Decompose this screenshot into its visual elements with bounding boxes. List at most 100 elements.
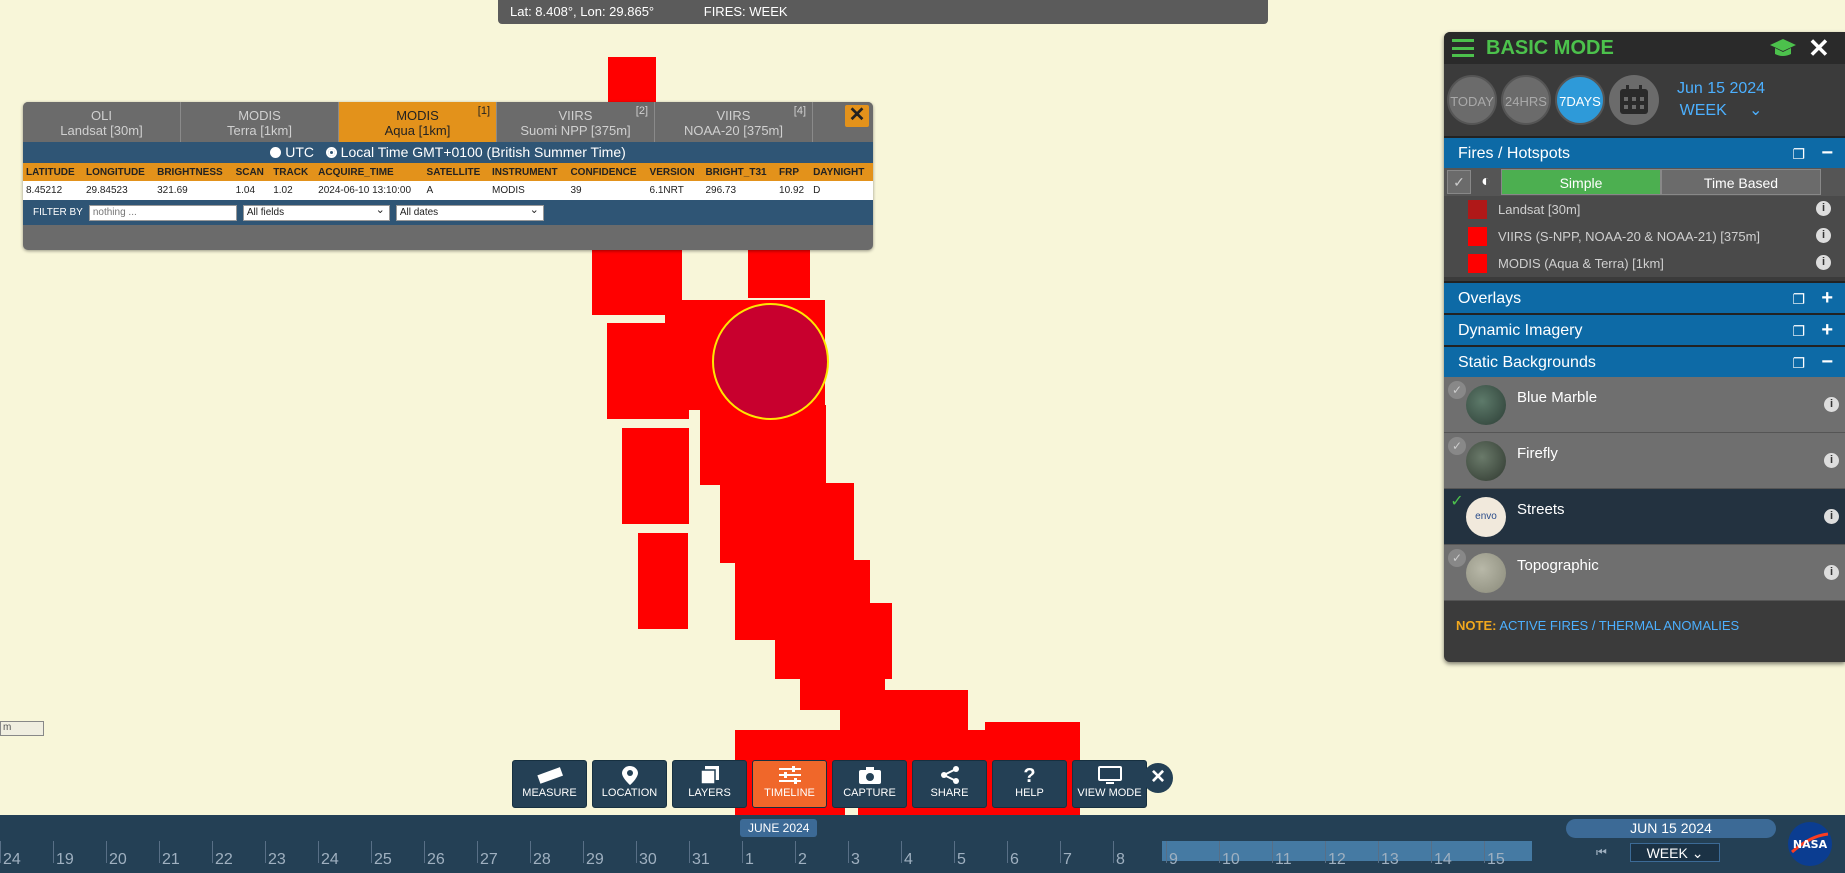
info-icon[interactable]: i: [1816, 228, 1831, 243]
column-header[interactable]: DAYNIGHT: [810, 163, 873, 181]
tab-modis-aqua[interactable]: [1] MODIS Aqua [1km]: [339, 102, 497, 142]
timeline-day[interactable]: 25: [374, 851, 392, 869]
copy-icon[interactable]: ❐: [1792, 315, 1805, 347]
collapse-icon[interactable]: −: [1821, 346, 1833, 378]
column-header[interactable]: BRIGHTNESS: [154, 163, 233, 181]
timeline-day[interactable]: 29: [586, 851, 604, 869]
chevron-down-icon[interactable]: ⌄: [1749, 102, 1762, 119]
view-mode-button[interactable]: VIEW MODE: [1072, 760, 1147, 808]
copy-icon[interactable]: ❐: [1792, 138, 1805, 170]
timeline-day[interactable]: 15: [1487, 851, 1505, 869]
tab-viirs-snpp[interactable]: [2] VIIRS Suomi NPP [375m]: [497, 102, 655, 142]
info-icon[interactable]: i: [1824, 565, 1839, 580]
skip-back-icon[interactable]: ⏮: [1596, 845, 1610, 859]
timeline-day[interactable]: 3: [851, 851, 860, 869]
close-icon[interactable]: ✕: [845, 105, 869, 127]
timeline-day[interactable]: 28: [533, 851, 551, 869]
fire-pixel[interactable]: [638, 533, 688, 629]
background-firefly[interactable]: ✓ Firefly i: [1444, 433, 1845, 489]
time-based-mode-button[interactable]: Time Based: [1661, 169, 1821, 195]
timeline-day[interactable]: 24: [3, 851, 21, 869]
filter-input[interactable]: [88, 204, 237, 221]
column-header[interactable]: TRACK: [270, 163, 316, 181]
column-header[interactable]: LONGITUDE: [82, 163, 155, 181]
table-row[interactable]: 8.45212 29.84523 321.69 1.04 1.02 2024-06-10 …: [23, 181, 873, 200]
layers-button[interactable]: LAYERS: [672, 760, 747, 808]
check-icon[interactable]: ✓: [1448, 437, 1466, 455]
fire-pixel[interactable]: [608, 57, 656, 102]
selected-fire-marker[interactable]: [712, 303, 829, 420]
tab-viirs-noaa20[interactable]: [4] VIIRS NOAA-20 [375m]: [655, 102, 813, 142]
column-header[interactable]: CONFIDENCE: [567, 163, 647, 181]
timeline-day[interactable]: 9: [1169, 851, 1178, 869]
period-select[interactable]: WEEK ⌄: [1630, 843, 1720, 862]
share-button[interactable]: SHARE: [912, 760, 987, 808]
column-header[interactable]: FRP: [776, 163, 811, 181]
timeline-day[interactable]: 26: [427, 851, 445, 869]
layer-modis[interactable]: MODIS (Aqua & Terra) [1km] i: [1444, 250, 1845, 277]
fire-pixel[interactable]: [622, 428, 689, 524]
tab-landsat[interactable]: OLI Landsat [30m]: [23, 102, 181, 142]
timeline-day[interactable]: 13: [1381, 851, 1399, 869]
dates-select[interactable]: All dates: [395, 203, 544, 221]
timeline-button[interactable]: TIMELINE: [752, 760, 827, 808]
info-icon[interactable]: i: [1816, 201, 1831, 216]
timeline-day[interactable]: 12: [1328, 851, 1346, 869]
background-topographic[interactable]: ✓ Topographic i: [1444, 545, 1845, 601]
layer-landsat[interactable]: Landsat [30m] i: [1444, 196, 1845, 223]
timeline-day[interactable]: 11: [1275, 851, 1292, 869]
section-fires[interactable]: Fires / Hotspots ❐ −: [1444, 136, 1845, 168]
close-panel-icon[interactable]: ✕: [1808, 33, 1830, 64]
layer-viirs[interactable]: VIIRS (S-NPP, NOAA-20 & NOAA-21) [375m] i: [1444, 223, 1845, 250]
check-icon[interactable]: ✓: [1448, 549, 1466, 567]
info-icon[interactable]: i: [1824, 509, 1839, 524]
7days-button[interactable]: 7DAYS: [1555, 75, 1605, 125]
nasa-logo[interactable]: NASA: [1788, 822, 1832, 866]
timeline-day[interactable]: 1: [745, 851, 754, 869]
timeline-day[interactable]: 21: [162, 851, 180, 869]
expand-icon[interactable]: +: [1821, 282, 1833, 314]
date-display[interactable]: Jun 15 2024 WEEK ⌄: [1677, 78, 1765, 122]
info-icon[interactable]: i: [1824, 397, 1839, 412]
location-button[interactable]: LOCATION: [592, 760, 667, 808]
graduation-cap-icon[interactable]: [1769, 38, 1797, 58]
simple-mode-button[interactable]: Simple: [1501, 169, 1661, 195]
section-dynamic-imagery[interactable]: Dynamic Imagery ❐ +: [1444, 313, 1845, 345]
24hrs-button[interactable]: 24HRS: [1501, 75, 1551, 125]
local-time-radio[interactable]: [325, 147, 337, 158]
section-static-backgrounds[interactable]: Static Backgrounds ❐ −: [1444, 345, 1845, 377]
timeline-days[interactable]: 24 19 20 21 22 23 24 25 26 27 28 29 30 31 1 2 3 4 5 6 7 8 9 10 1…: [0, 841, 1536, 873]
note-text[interactable]: ACTIVE FIRES / THERMAL ANOMALIES: [1499, 618, 1739, 633]
contrast-icon[interactable]: ◐: [1471, 170, 1501, 194]
timeline-day[interactable]: 20: [109, 851, 127, 869]
current-date[interactable]: JUN 15 2024: [1566, 819, 1776, 838]
background-blue-marble[interactable]: ✓ Blue Marble i: [1444, 377, 1845, 433]
timeline[interactable]: JUNE 2024 24 19 20 21 22 23 24 25 26 27 28 29 30 31 1 2…: [0, 815, 1536, 873]
utc-radio[interactable]: [270, 147, 282, 158]
expand-icon[interactable]: +: [1821, 314, 1833, 346]
fire-pixel[interactable]: [720, 483, 854, 563]
column-header[interactable]: LATITUDE: [23, 163, 83, 181]
collapse-icon[interactable]: −: [1821, 137, 1833, 169]
check-icon[interactable]: ✓: [1448, 493, 1466, 511]
today-button[interactable]: TODAY: [1447, 75, 1497, 125]
timeline-day[interactable]: 22: [215, 851, 233, 869]
calendar-icon[interactable]: [1609, 75, 1659, 125]
timeline-day[interactable]: 27: [480, 851, 498, 869]
column-header[interactable]: SCAN: [232, 163, 271, 181]
timeline-day[interactable]: 5: [957, 851, 966, 869]
timeline-day[interactable]: 7: [1063, 851, 1072, 869]
tab-modis-terra[interactable]: MODIS Terra [1km]: [181, 102, 339, 142]
close-toolbar-icon[interactable]: ×: [1143, 763, 1173, 793]
menu-icon[interactable]: [1452, 39, 1474, 57]
timeline-day[interactable]: 30: [639, 851, 657, 869]
info-icon[interactable]: i: [1816, 255, 1831, 270]
check-icon[interactable]: ✓: [1448, 381, 1466, 399]
column-header[interactable]: ACQUIRE_TIME: [315, 163, 424, 181]
background-streets[interactable]: ✓ envo Streets i: [1444, 489, 1845, 545]
column-header[interactable]: SATELLITE: [423, 163, 489, 181]
column-header[interactable]: VERSION: [646, 163, 703, 181]
column-header[interactable]: BRIGHT_T31: [702, 163, 777, 181]
timeline-day[interactable]: 10: [1222, 851, 1240, 869]
fields-select[interactable]: All fields: [242, 203, 390, 221]
